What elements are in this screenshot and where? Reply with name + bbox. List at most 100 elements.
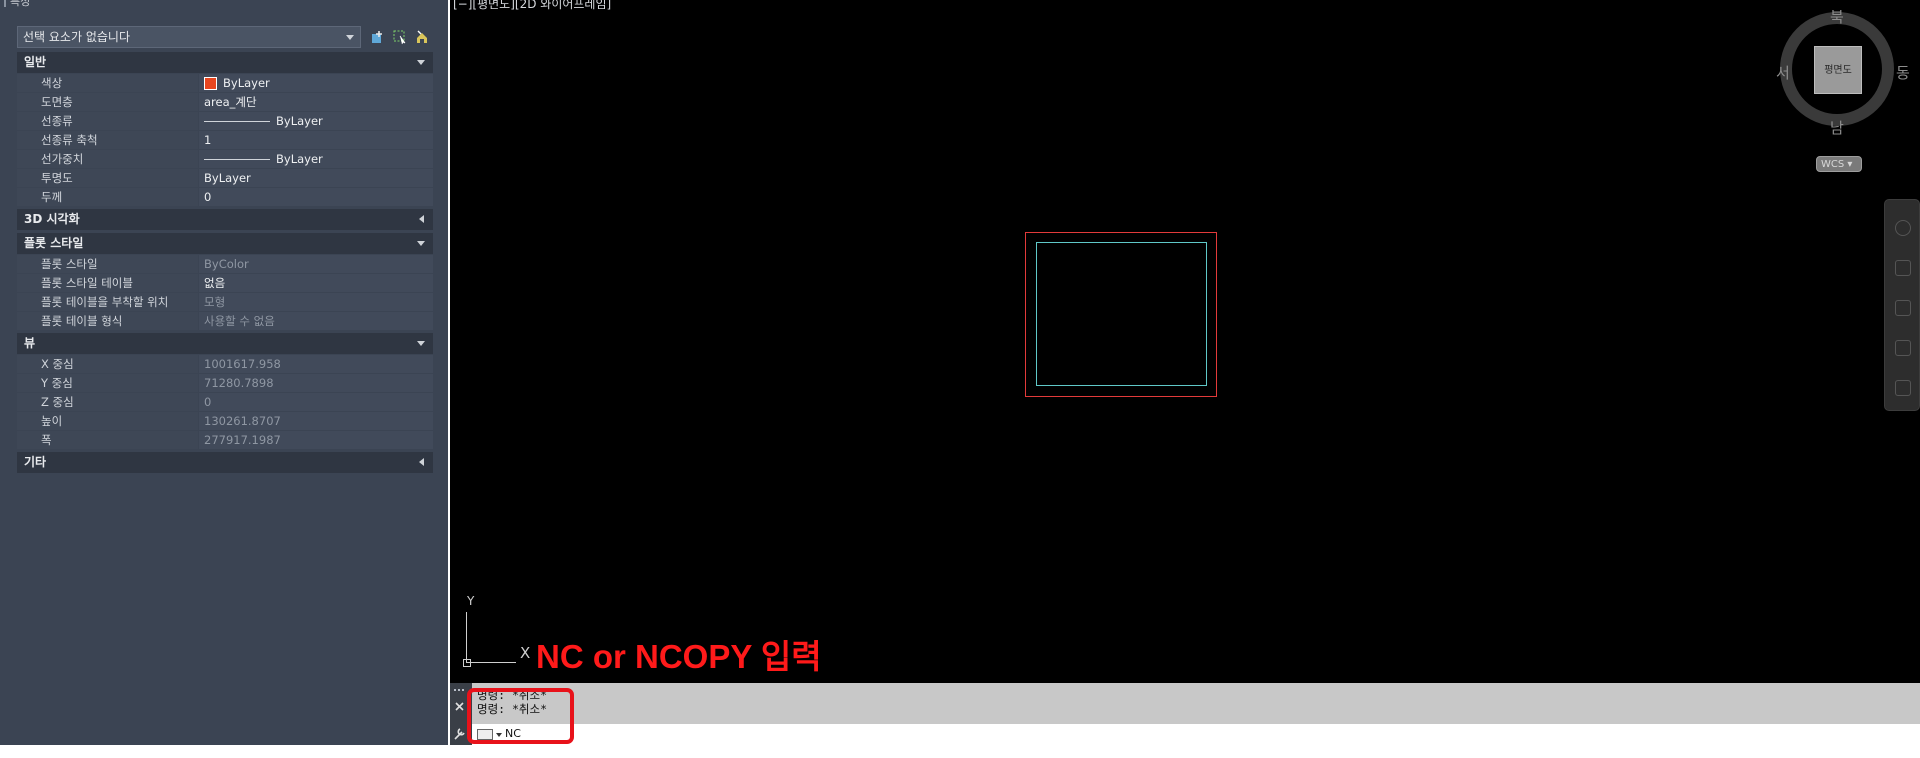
property-key: 투명도 — [17, 169, 198, 187]
row-lineweight[interactable]: 선가중치 ByLayer — [17, 150, 433, 168]
inner-rectangle — [1036, 242, 1207, 386]
select-objects-icon — [393, 30, 406, 45]
section-3d-visualization[interactable]: 3D 시각화 — [17, 209, 433, 230]
collapse-icon — [417, 341, 425, 346]
property-value[interactable]: ByLayer — [199, 169, 433, 187]
section-view[interactable]: 뷰 — [17, 333, 433, 354]
section-view-label: 뷰 — [24, 336, 36, 350]
row-thickness[interactable]: 두께 0 — [17, 188, 433, 206]
grip-icon — [454, 689, 464, 691]
section-plot-style[interactable]: 플롯 스타일 — [17, 233, 433, 254]
compass-east[interactable]: 동 — [1896, 62, 1910, 83]
property-key: Y 중심 — [17, 374, 198, 392]
property-key: 두께 — [17, 188, 198, 206]
compass-south[interactable]: 남 — [1830, 117, 1844, 138]
property-value: 71280.7898 — [199, 374, 433, 392]
viewcube-top-face[interactable]: 평면도 — [1814, 46, 1862, 94]
row-z-center[interactable]: Z 중심 0 — [17, 393, 433, 411]
collapse-icon — [417, 241, 425, 246]
property-value[interactable]: 없음 — [199, 274, 433, 292]
drawing-canvas[interactable] — [450, 0, 1920, 683]
wcs-menu[interactable]: WCS ▾ — [1816, 156, 1862, 172]
property-value: ByColor — [199, 255, 433, 273]
row-y-center[interactable]: Y 중심 71280.7898 — [17, 374, 433, 392]
property-key: 색상 — [17, 74, 198, 92]
command-input[interactable]: NC — [472, 724, 1920, 745]
pan-icon[interactable] — [1895, 260, 1911, 276]
pickadd-icon — [372, 31, 382, 43]
collapse-icon — [417, 60, 425, 65]
property-value: 0 — [199, 393, 433, 411]
toggle-pickadd-button[interactable] — [369, 28, 387, 46]
property-value[interactable]: 0 — [199, 188, 433, 206]
property-value: 277917.1987 — [199, 431, 433, 449]
zoom-extents-icon[interactable] — [1895, 300, 1911, 316]
quick-select-button[interactable] — [413, 28, 431, 46]
property-key: Z 중심 — [17, 393, 198, 411]
section-plot-style-label: 플롯 스타일 — [24, 236, 84, 250]
instruction-annotation: NC or NCOPY 입력 — [536, 638, 822, 675]
row-color[interactable]: 색상 ByLayer — [17, 74, 433, 92]
lineweight-value: ByLayer — [276, 152, 323, 166]
palette-title-bar[interactable]: 특성 — [4, 0, 30, 8]
row-plot-style-table[interactable]: 플롯 스타일 테이블 없음 — [17, 274, 433, 292]
color-swatch — [204, 76, 217, 90]
section-3d-label: 3D 시각화 — [24, 212, 80, 226]
property-key: 높이 — [17, 412, 198, 430]
compass-west[interactable]: 서 — [1776, 62, 1790, 83]
row-plot-table-attach[interactable]: 플롯 테이블을 부착할 위치 모형 — [17, 293, 433, 311]
showmotion-icon[interactable] — [1895, 380, 1911, 396]
property-value: 사용할 수 없음 — [199, 312, 433, 330]
quick-select-icon — [417, 30, 427, 43]
property-value[interactable]: area_계단 — [199, 93, 433, 111]
chevron-down-icon — [346, 35, 354, 40]
property-key: 플롯 테이블 형식 — [17, 312, 198, 330]
lineweight-sample — [204, 158, 270, 160]
steering-wheel-icon[interactable] — [1895, 220, 1911, 236]
property-value[interactable]: 1 — [199, 131, 433, 149]
row-x-center[interactable]: X 중심 1001617.958 — [17, 355, 433, 373]
color-value: ByLayer — [223, 76, 270, 90]
selection-dropdown[interactable]: 선택 요소가 없습니다 — [17, 26, 361, 48]
section-misc[interactable]: 기타 — [17, 452, 433, 473]
palette-title: 특성 — [10, 0, 31, 8]
row-linetype[interactable]: 선종류 ByLayer — [17, 112, 433, 130]
property-value: 1001617.958 — [199, 355, 433, 373]
navigation-bar — [1884, 199, 1920, 411]
properties-table: 일반 색상 ByLayer 도면층 area_계단 선종류 ByLayer 선종… — [17, 52, 433, 474]
expand-icon — [419, 215, 424, 223]
property-key: 플롯 스타일 테이블 — [17, 274, 198, 292]
compass-north[interactable]: 북 — [1830, 6, 1844, 27]
row-linetype-scale[interactable]: 선종류 축척 1 — [17, 131, 433, 149]
ucs-x-label: X — [520, 644, 531, 662]
row-transparency[interactable]: 투명도 ByLayer — [17, 169, 433, 187]
property-value[interactable]: ByLayer — [199, 112, 433, 130]
row-plot-style[interactable]: 플롯 스타일 ByColor — [17, 255, 433, 273]
linetype-sample — [204, 120, 270, 122]
expand-icon — [419, 458, 424, 466]
orbit-icon[interactable] — [1895, 340, 1911, 356]
ucs-y-label: Y — [467, 594, 475, 608]
command-highlight-box — [467, 688, 574, 744]
section-general-label: 일반 — [24, 55, 47, 69]
palette-grip[interactable] — [4, 0, 6, 7]
property-key: 선가중치 — [17, 150, 198, 168]
row-layer[interactable]: 도면층 area_계단 — [17, 93, 433, 111]
linetype-value: ByLayer — [276, 114, 323, 128]
selection-dropdown-value: 선택 요소가 없습니다 — [23, 30, 130, 44]
property-key: 선종류 축척 — [17, 131, 198, 149]
select-objects-button[interactable] — [391, 28, 409, 46]
command-line: 명령: *취소* 명령: *취소* NC — [450, 683, 1920, 745]
property-value[interactable]: ByLayer — [199, 74, 433, 92]
property-value[interactable]: ByLayer — [199, 150, 433, 168]
property-key: X 중심 — [17, 355, 198, 373]
property-value: 모형 — [199, 293, 433, 311]
section-misc-label: 기타 — [24, 455, 47, 469]
section-general[interactable]: 일반 — [17, 52, 433, 73]
drawing-viewport[interactable]: [−][평면도][2D 와이어프레임] Y X 평면도 북 남 동 서 WCS … — [450, 0, 1920, 683]
row-plot-table-type[interactable]: 플롯 테이블 형식 사용할 수 없음 — [17, 312, 433, 330]
row-height[interactable]: 높이 130261.8707 — [17, 412, 433, 430]
close-icon — [455, 702, 464, 711]
property-key: 폭 — [17, 431, 198, 449]
row-width[interactable]: 폭 277917.1987 — [17, 431, 433, 449]
